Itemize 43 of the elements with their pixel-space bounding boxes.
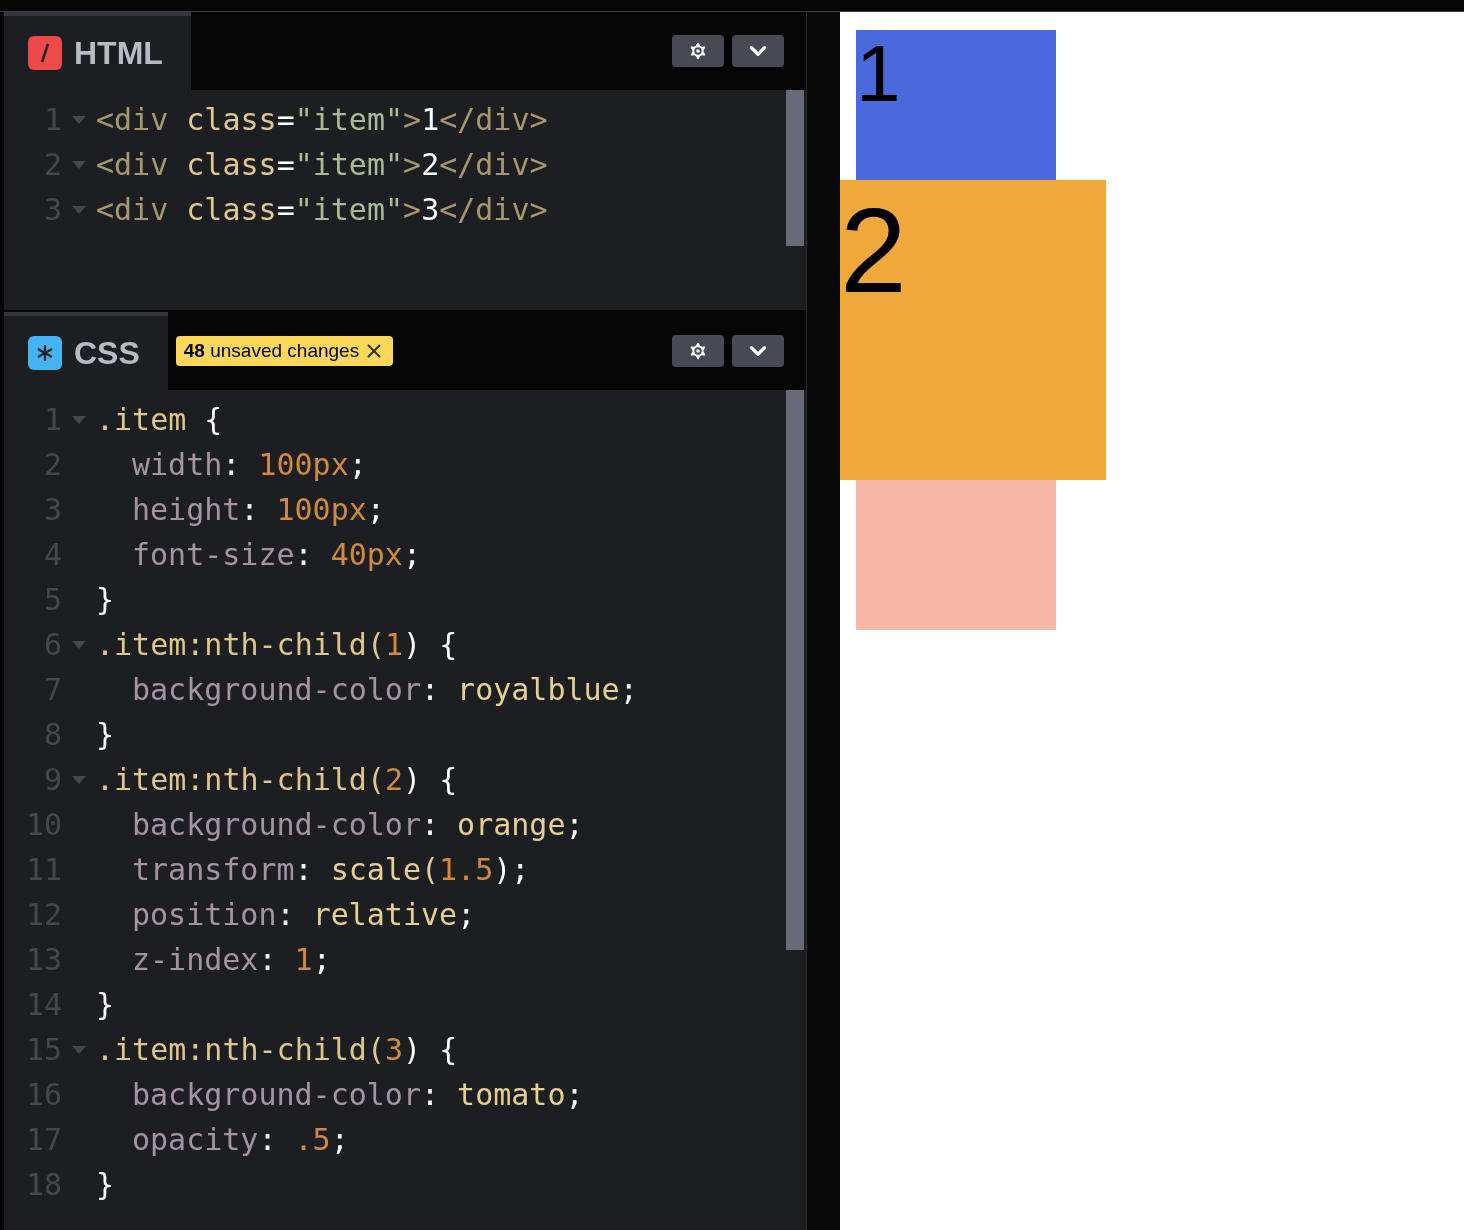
fold-caret-icon[interactable] [72, 205, 86, 214]
fold-caret-icon[interactable] [72, 640, 86, 649]
code-line: height: 100px; [131, 491, 385, 529]
box-number: 1 [856, 30, 902, 114]
unsaved-changes-badge[interactable]: 48 unsaved changes [175, 336, 394, 366]
code-line: .item:nth-child(3) { [96, 1031, 458, 1069]
fold-caret-icon[interactable] [72, 160, 86, 169]
scrollbar[interactable] [786, 390, 804, 950]
fold-caret-icon[interactable] [72, 775, 86, 784]
scrollbar[interactable] [786, 90, 804, 246]
code-line: width: 100px; [131, 446, 367, 484]
code-line: opacity: .5; [131, 1121, 349, 1159]
editor-tab[interactable]: CSS [4, 312, 168, 390]
code-line: z-index: 1; [131, 941, 331, 979]
collapse-button[interactable] [732, 35, 784, 67]
code-line: transform: scale(1.5); [131, 851, 530, 889]
editor-tab[interactable]: HTML [4, 12, 191, 90]
fold-caret-icon[interactable] [72, 115, 86, 124]
code-line: } [96, 716, 115, 754]
settings-button[interactable] [672, 35, 724, 67]
code-line: <div class="item">1</div> [96, 101, 548, 139]
code-line: position: relative; [131, 896, 476, 934]
code-line: .item { [96, 401, 223, 439]
code-line: background-color: royalblue; [131, 671, 638, 709]
fold-caret-icon[interactable] [72, 415, 86, 424]
code-line: <div class="item">3</div> [96, 191, 548, 229]
code-line: background-color: tomato; [131, 1076, 584, 1114]
code-line: } [96, 581, 115, 619]
code-line: } [96, 1166, 115, 1204]
code-line: <div class="item">2</div> [96, 146, 548, 184]
box-number: 2 [840, 190, 908, 310]
code-line: background-color: orange; [131, 806, 584, 844]
fold-caret-icon[interactable] [72, 1045, 86, 1054]
code-line: } [96, 986, 115, 1024]
code-line: font-size: 40px; [131, 536, 421, 574]
code-line: .item:nth-child(2) { [96, 761, 458, 799]
code-line: .item:nth-child(1) { [96, 626, 458, 664]
slash-icon [28, 36, 62, 70]
asterisk-icon [28, 336, 62, 370]
settings-icon [687, 340, 709, 362]
settings-icon [687, 40, 709, 62]
collapse-button[interactable] [732, 335, 784, 367]
settings-button[interactable] [672, 335, 724, 367]
